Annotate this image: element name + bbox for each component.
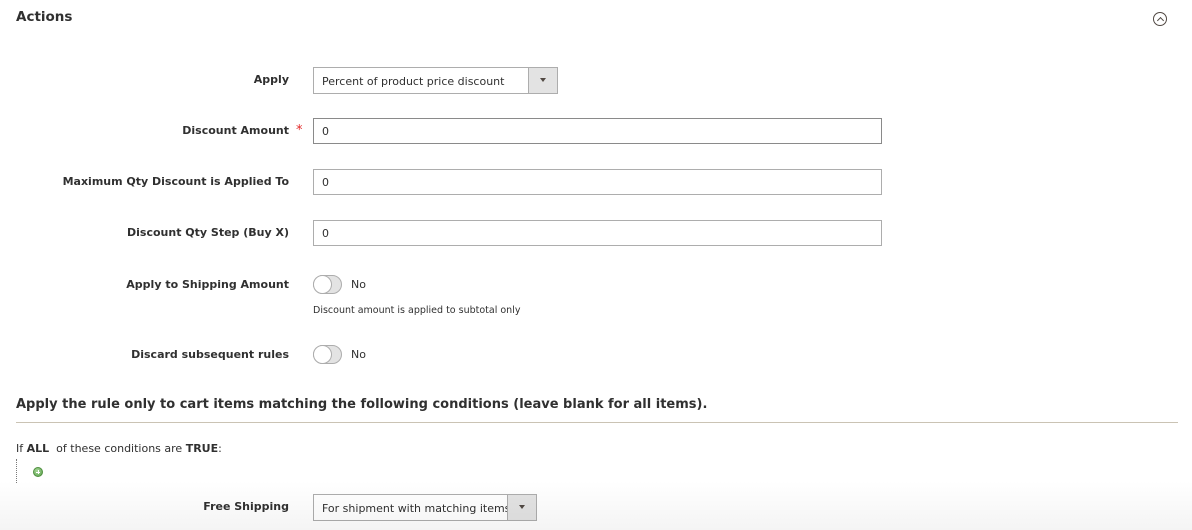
discard-rules-state: No	[351, 348, 366, 361]
apply-label: Apply	[253, 73, 289, 86]
divider	[16, 422, 1178, 423]
required-asterisk: *	[296, 123, 303, 138]
apply-shipping-label: Apply to Shipping Amount	[126, 278, 289, 291]
discard-rules-toggle[interactable]	[313, 345, 342, 364]
conditions-prefix: If	[16, 442, 24, 455]
free-shipping-row: Free Shipping For shipment with matching…	[0, 494, 1192, 521]
discard-rules-label: Discard subsequent rules	[131, 348, 289, 361]
toggle-knob	[313, 345, 332, 364]
dropdown-arrow-icon	[507, 495, 536, 520]
apply-select[interactable]: Percent of product price discount	[313, 67, 558, 94]
apply-shipping-note: Discount amount is applied to subtotal o…	[313, 305, 521, 316]
conditions-value[interactable]: TRUE	[186, 442, 218, 455]
apply-row: Apply Percent of product price discount	[0, 67, 1192, 94]
apply-shipping-state: No	[351, 278, 366, 291]
conditions-aggregator[interactable]: ALL	[27, 442, 50, 455]
dropdown-arrow-icon	[528, 68, 557, 93]
apply-shipping-toggle[interactable]	[313, 275, 342, 294]
free-shipping-select[interactable]: For shipment with matching items	[313, 494, 537, 521]
max-qty-label: Maximum Qty Discount is Applied To	[62, 175, 289, 188]
discount-amount-input[interactable]	[313, 118, 882, 144]
free-shipping-label: Free Shipping	[203, 500, 289, 513]
section-title: Actions	[16, 9, 73, 25]
collapse-section-button[interactable]	[1153, 12, 1167, 26]
conditions-statement: If ALL of these conditions are TRUE:	[16, 442, 222, 455]
free-shipping-select-value: For shipment with matching items	[322, 502, 511, 515]
add-condition-icon[interactable]	[33, 467, 43, 477]
max-qty-input[interactable]	[313, 169, 882, 195]
apply-shipping-row: Apply to Shipping Amount No	[0, 272, 1192, 298]
conditions-tree-line	[16, 459, 17, 483]
qty-step-label: Discount Qty Step (Buy X)	[127, 226, 289, 239]
max-qty-row: Maximum Qty Discount is Applied To	[0, 169, 1192, 195]
discard-rules-row: Discard subsequent rules No	[0, 342, 1192, 368]
discount-amount-row: Discount Amount *	[0, 118, 1192, 144]
conditions-suffix: :	[218, 442, 222, 455]
qty-step-row: Discount Qty Step (Buy X)	[0, 220, 1192, 246]
apply-select-value: Percent of product price discount	[322, 75, 505, 88]
toggle-knob	[313, 275, 332, 294]
conditions-title: Apply the rule only to cart items matchi…	[16, 397, 708, 412]
qty-step-input[interactable]	[313, 220, 882, 246]
conditions-middle: of these conditions are	[56, 442, 183, 455]
discount-amount-label: Discount Amount	[182, 124, 289, 137]
